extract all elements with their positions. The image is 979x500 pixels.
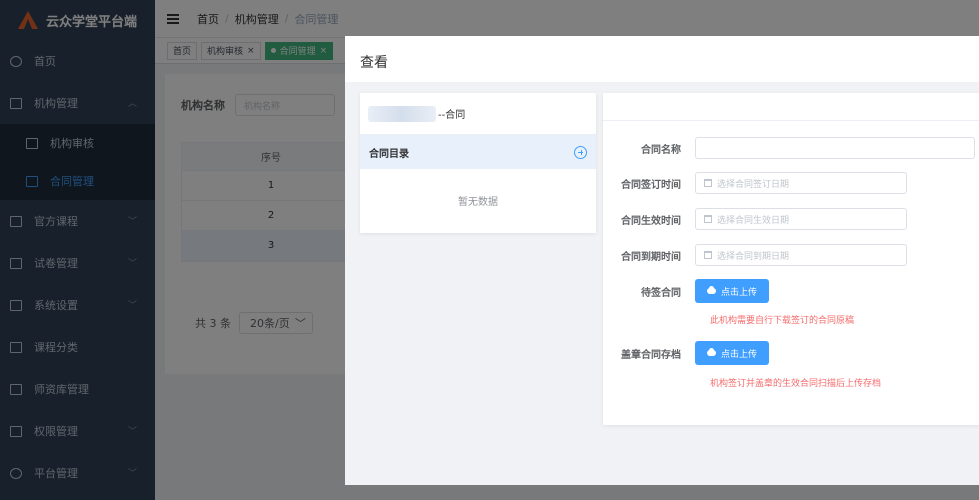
calendar-icon	[704, 251, 712, 259]
view-dialog: 查看 --合同 合同目录 暂无数据 合同名称 合同签订时间 选择合同签订日期 合…	[345, 36, 979, 485]
form-row-archive: 盖章合同存档 点击上传	[603, 341, 770, 365]
pending-upload-button[interactable]: 点击上传	[695, 279, 770, 303]
effective-date-placeholder: 选择合同生效日期	[717, 215, 790, 226]
sign-date-placeholder: 选择合同签订日期	[717, 179, 790, 190]
contract-name-label: 合同名称	[641, 144, 681, 156]
contract-tree-panel: --合同 合同目录 暂无数据	[360, 93, 596, 233]
contract-name-input[interactable]	[695, 137, 975, 159]
archive-hint: 机构签订并盖章的生效合同扫描后上传存档	[710, 379, 882, 389]
effective-date-picker[interactable]: 选择合同生效日期	[695, 208, 907, 230]
pending-contract-label: 待签合同	[641, 287, 681, 299]
dialog-title: 查看	[360, 55, 388, 71]
cloud-upload-icon	[707, 348, 716, 356]
contract-form-panel: 合同名称 合同签订时间 选择合同签订日期 合同生效时间 选择合同生效日期 合同到…	[603, 93, 979, 425]
expire-date-picker[interactable]: 选择合同到期日期	[695, 244, 907, 266]
cloud-upload-icon	[707, 286, 716, 294]
form-row-effective: 合同生效时间 选择合同生效日期	[603, 208, 907, 230]
form-panel-header	[603, 93, 979, 121]
pending-hint: 此机构需要自行下载签订的合同原稿	[710, 316, 855, 326]
effective-date-label: 合同生效时间	[621, 215, 681, 227]
form-row-expire: 合同到期时间 选择合同到期日期	[603, 244, 907, 266]
form-row-name: 合同名称	[603, 137, 975, 159]
calendar-icon	[704, 215, 712, 223]
expire-date-label: 合同到期时间	[621, 251, 681, 263]
add-circle-icon[interactable]	[574, 145, 587, 159]
contract-title: --合同	[360, 93, 596, 135]
expire-date-placeholder: 选择合同到期日期	[717, 251, 790, 262]
sign-date-label: 合同签订时间	[621, 179, 681, 191]
form-row-sign: 合同签订时间 选择合同签订日期	[603, 172, 907, 194]
archive-upload-button[interactable]: 点击上传	[695, 341, 770, 365]
empty-state: 暂无数据	[458, 196, 498, 208]
upload-button-label: 点击上传	[721, 287, 758, 298]
contract-suffix: --合同	[438, 110, 466, 121]
contract-catalog-header: 合同目录	[360, 135, 596, 169]
redacted-org-name	[368, 105, 436, 122]
upload-button-label: 点击上传	[721, 349, 758, 360]
archive-contract-label: 盖章合同存档	[621, 349, 681, 361]
sign-date-picker[interactable]: 选择合同签订日期	[695, 172, 907, 194]
catalog-label: 合同目录	[369, 148, 409, 160]
form-row-pending: 待签合同 点击上传	[603, 279, 770, 303]
dialog-body: --合同 合同目录 暂无数据 合同名称 合同签订时间 选择合同签订日期 合同生效…	[345, 82, 979, 485]
calendar-icon	[704, 179, 712, 187]
